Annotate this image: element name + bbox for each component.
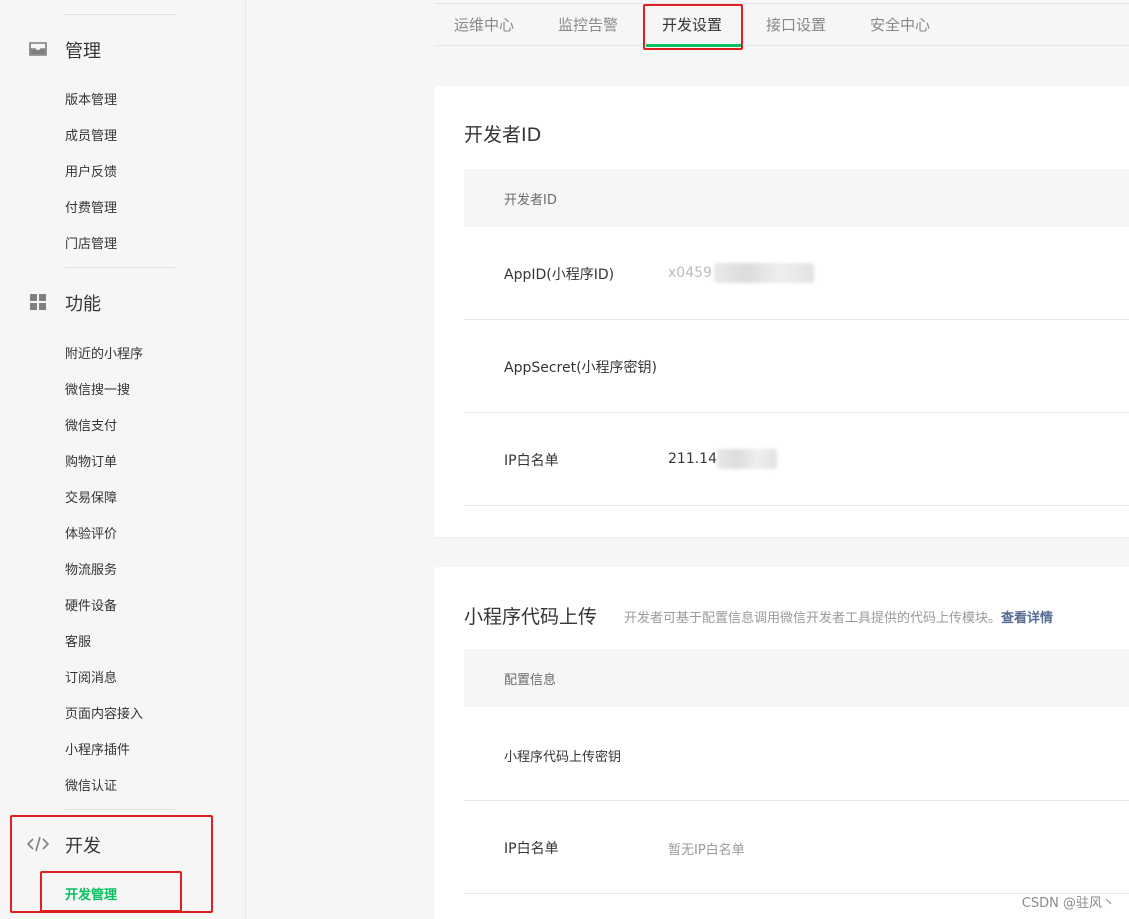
sidebar-item-reviews[interactable]: 体验评价 (65, 523, 117, 542)
grid-icon (28, 292, 48, 312)
highlight-box (643, 4, 743, 50)
tab-monitoring[interactable]: 监控告警 (558, 14, 618, 35)
row-label: IP白名单 (504, 841, 559, 857)
table-header: 配置信息 (464, 649, 1129, 707)
sidebar-item-content[interactable]: 页面内容接入 (65, 703, 143, 722)
ip-whitelist-empty: 暂无IP白名单 (668, 843, 745, 858)
code-upload-card: 小程序代码上传 开发者可基于配置信息调用微信开发者工具提供的代码上传模块。查看详… (434, 567, 1129, 919)
ip-text: 211.14 (668, 451, 717, 467)
tab-security[interactable]: 安全中心 (870, 14, 930, 35)
inbox-icon (28, 39, 48, 59)
sidebar-divider (65, 267, 175, 268)
table-row-appid: AppID(小程序ID) x0459 (464, 227, 1129, 320)
sidebar-group-title: 功能 (65, 294, 101, 315)
sidebar-item-guarantee[interactable]: 交易保障 (65, 487, 117, 506)
highlight-box (40, 871, 182, 912)
sidebar-divider (65, 809, 175, 810)
sidebar-item-logistics[interactable]: 物流服务 (65, 559, 117, 578)
table-header: 开发者ID (464, 169, 1129, 227)
tab-api-settings[interactable]: 接口设置 (766, 14, 826, 35)
sidebar-item-plugins[interactable]: 小程序插件 (65, 739, 130, 758)
sidebar-item-pay[interactable]: 微信支付 (65, 415, 117, 434)
sidebar-item-verification[interactable]: 微信认证 (65, 775, 117, 794)
row-label: AppID(小程序ID) (504, 267, 615, 283)
sidebar-item-feedback[interactable]: 用户反馈 (65, 161, 117, 180)
redacted-block (717, 449, 777, 469)
row-label: IP白名单 (504, 453, 559, 469)
sidebar-divider (65, 14, 175, 15)
sidebar-group-title: 管理 (65, 41, 101, 62)
sidebar-group-management[interactable]: 管理 (0, 34, 246, 64)
sidebar-item-service[interactable]: 客服 (65, 631, 91, 650)
ip-whitelist-value: 211.14 (668, 449, 777, 469)
table-header-label: 开发者ID (504, 193, 557, 208)
developer-id-card: 开发者ID 开发者ID AppID(小程序ID) x0459 AppSecret… (434, 86, 1129, 537)
sidebar-item-orders[interactable]: 购物订单 (65, 451, 117, 470)
sidebar-item-members[interactable]: 成员管理 (65, 125, 117, 144)
table-row-appsecret: AppSecret(小程序密钥) (464, 320, 1129, 413)
sidebar-item-nearby[interactable]: 附近的小程序 (65, 343, 143, 362)
sidebar-item-search[interactable]: 微信搜一搜 (65, 379, 130, 398)
redacted-block (713, 263, 814, 283)
table-row-ip-whitelist: IP白名单 暂无IP白名单 (464, 801, 1129, 894)
watermark: CSDN @驻风丶 (1021, 896, 1115, 911)
table-row-ip-whitelist: IP白名单 211.14 (464, 413, 1129, 506)
table-header-label: 配置信息 (504, 673, 557, 688)
card-subtitle: 开发者可基于配置信息调用微信开发者工具提供的代码上传模块。查看详情 (624, 607, 1053, 626)
sidebar-item-stores[interactable]: 门店管理 (65, 233, 117, 252)
sidebar-group-features[interactable]: 功能 (0, 287, 246, 317)
sidebar-item-subscription[interactable]: 订阅消息 (65, 667, 117, 686)
appid-text: x0459 (668, 265, 712, 281)
card-title: 小程序代码上传 (464, 606, 598, 628)
sidebar: 管理 版本管理 成员管理 用户反馈 付费管理 门店管理 功能 附近的小程序 微信… (0, 0, 246, 919)
appid-value[interactable]: x0459 (668, 263, 814, 283)
row-label: AppSecret(小程序密钥) (504, 360, 658, 376)
card-subtitle-text: 开发者可基于配置信息调用微信开发者工具提供的代码上传模块。 (624, 611, 1002, 626)
table-row-upload-key: 小程序代码上传密钥 (464, 708, 1129, 801)
row-label: 小程序代码上传密钥 (504, 750, 622, 765)
card-title: 开发者ID (464, 124, 542, 146)
view-details-link[interactable]: 查看详情 (1001, 611, 1053, 626)
tab-ops-center[interactable]: 运维中心 (454, 14, 514, 35)
tab-bar: 运维中心 监控告警 开发设置 接口设置 安全中心 (434, 0, 1129, 46)
sidebar-item-billing[interactable]: 付费管理 (65, 197, 117, 216)
sidebar-item-hardware[interactable]: 硬件设备 (65, 595, 117, 614)
sidebar-item-version[interactable]: 版本管理 (65, 89, 117, 108)
